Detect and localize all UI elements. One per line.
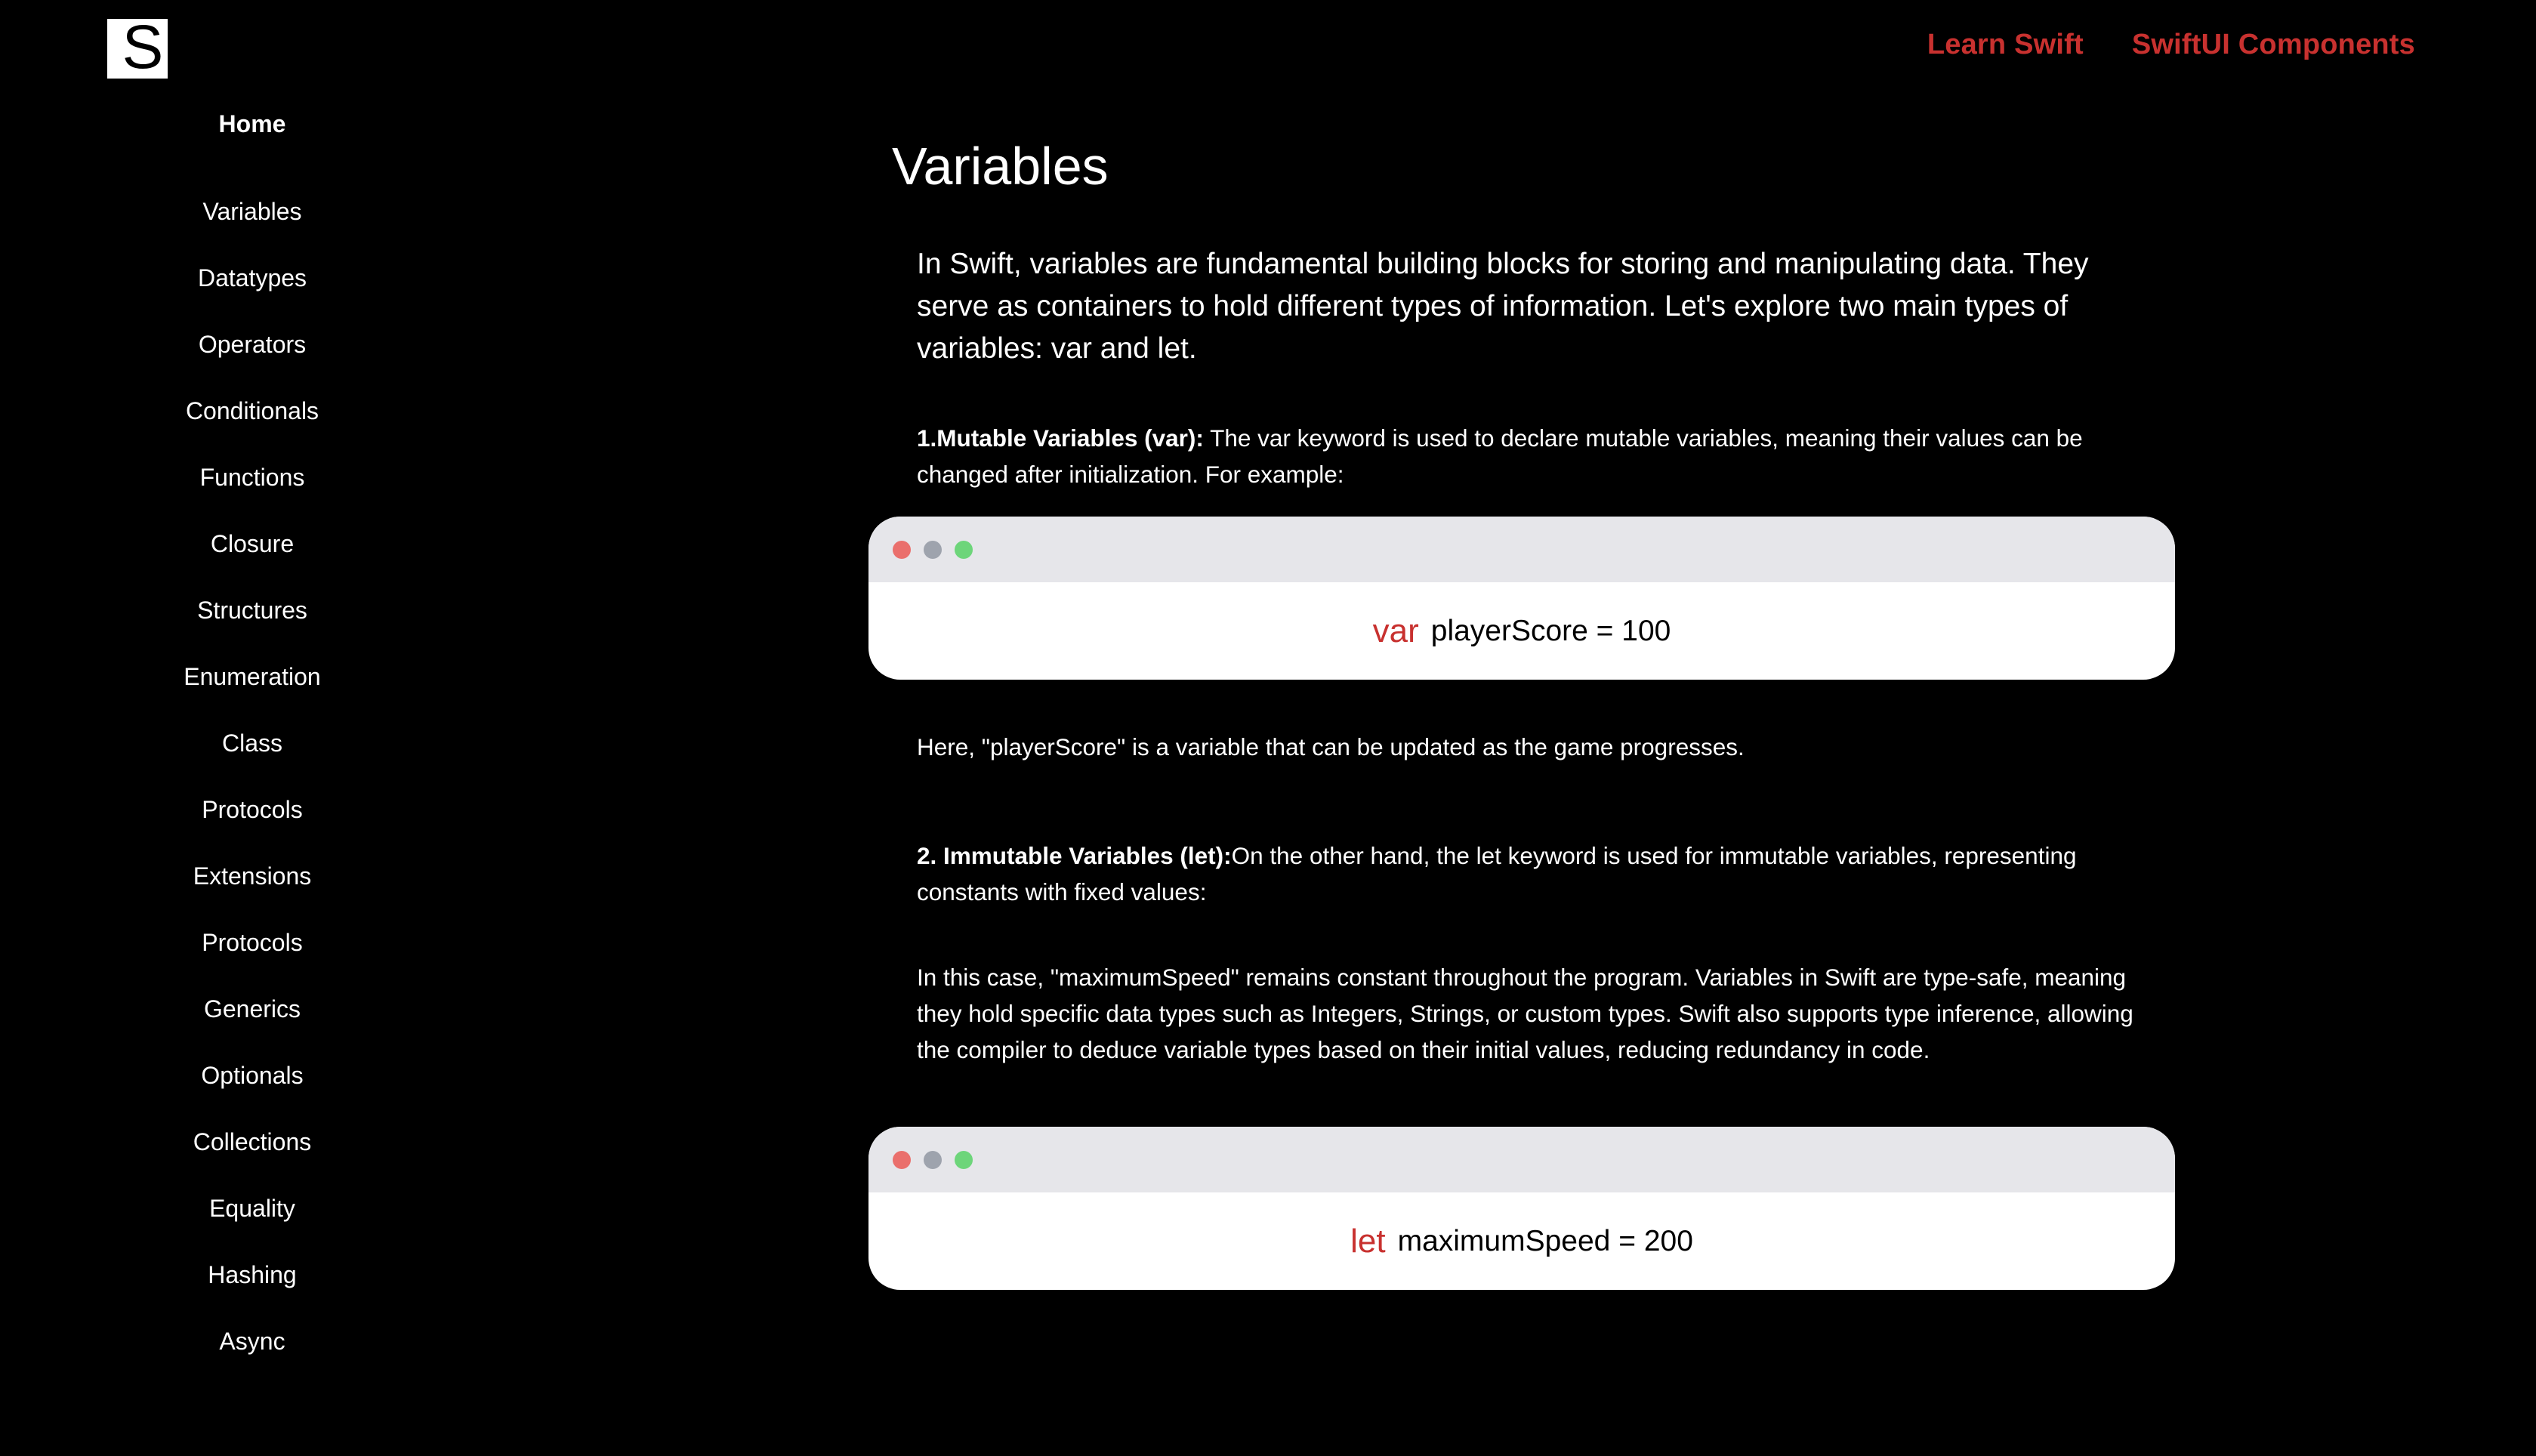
logo-letter: S <box>122 13 164 82</box>
code-window-let: let maximumSpeed = 200 <box>868 1127 2175 1290</box>
mutable-variables-heading: 1.Mutable Variables (var): <box>917 424 1204 452</box>
sidebar-item-collections[interactable]: Collections <box>101 1109 403 1175</box>
sidebar-item-functions[interactable]: Functions <box>101 444 403 511</box>
sidebar-item-datatypes[interactable]: Datatypes <box>101 245 403 311</box>
immutable-variables-paragraph: 2. Immutable Variables (let):On the othe… <box>917 838 2170 910</box>
sidebar-item-generics[interactable]: Generics <box>101 976 403 1042</box>
site-logo[interactable]: S <box>107 13 168 82</box>
sidebar-item-variables[interactable]: Variables <box>101 178 403 245</box>
sidebar-item-class[interactable]: Class <box>101 710 403 776</box>
sidebar-item-home[interactable]: Home <box>101 112 403 148</box>
code-line: let maximumSpeed = 200 <box>868 1192 2175 1290</box>
window-close-dot-icon <box>893 1150 911 1169</box>
sidebar-item-hashing[interactable]: Hashing <box>101 1242 403 1308</box>
sidebar-item-operators[interactable]: Operators <box>101 311 403 378</box>
code-statement: playerScore = 100 <box>1430 614 1671 647</box>
page-title: Variables <box>892 137 1109 196</box>
sidebar-item-protocols-2[interactable]: Protocols <box>101 909 403 976</box>
sidebar-item-equality[interactable]: Equality <box>101 1175 403 1242</box>
mutable-note-paragraph: Here, "playerScore" is a variable that c… <box>917 733 1745 760</box>
code-window-var: var playerScore = 100 <box>868 517 2175 680</box>
window-maximize-dot-icon <box>955 540 973 559</box>
page: S Learn Swift SwiftUI Components Home Va… <box>0 0 2536 1456</box>
immutable-variables-heading: 2. Immutable Variables (let): <box>917 842 1232 869</box>
window-close-dot-icon <box>893 540 911 559</box>
intro-paragraph: In Swift, variables are fundamental buil… <box>917 248 2089 365</box>
code-keyword: let <box>1350 1222 1386 1260</box>
window-minimize-dot-icon <box>924 1150 942 1169</box>
code-window-titlebar <box>868 1127 2175 1192</box>
code-statement: maximumSpeed = 200 <box>1397 1224 1693 1257</box>
immutable-note-paragraph: In this case, "maximumSpeed" remains con… <box>917 964 2133 1063</box>
sidebar-item-closure[interactable]: Closure <box>101 511 403 577</box>
sidebar-item-conditionals[interactable]: Conditionals <box>101 378 403 444</box>
code-window-titlebar <box>868 517 2175 582</box>
code-line: var playerScore = 100 <box>868 582 2175 680</box>
sidebar-item-structures[interactable]: Structures <box>101 577 403 643</box>
window-maximize-dot-icon <box>955 1150 973 1169</box>
sidebar-item-protocols[interactable]: Protocols <box>101 776 403 843</box>
nav-swiftui-components-link[interactable]: SwiftUI Components <box>2132 29 2415 61</box>
nav-learn-swift-link[interactable]: Learn Swift <box>1927 29 2084 61</box>
sidebar-item-extensions[interactable]: Extensions <box>101 843 403 909</box>
top-nav: Learn Swift SwiftUI Components <box>1927 29 2415 61</box>
window-minimize-dot-icon <box>924 540 942 559</box>
sidebar: Home Variables Datatypes Operators Condi… <box>101 112 403 1374</box>
sidebar-item-enumeration[interactable]: Enumeration <box>101 643 403 710</box>
sidebar-item-async[interactable]: Async <box>101 1308 403 1374</box>
sidebar-item-optionals[interactable]: Optionals <box>101 1042 403 1109</box>
code-keyword: var <box>1372 612 1419 649</box>
mutable-variables-paragraph: 1.Mutable Variables (var): The var keywo… <box>917 420 2170 492</box>
